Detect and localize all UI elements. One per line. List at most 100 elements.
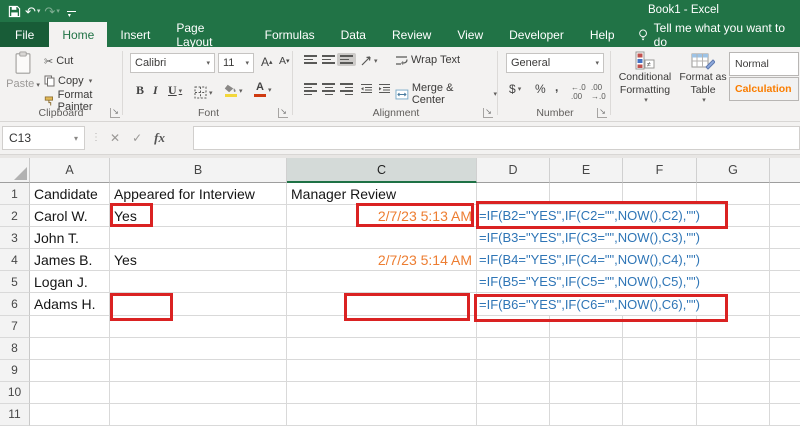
column-header-D[interactable]: D bbox=[477, 158, 550, 183]
cell-F1[interactable] bbox=[623, 183, 697, 206]
underline-button[interactable]: U bbox=[165, 83, 185, 98]
cell-partial-10[interactable] bbox=[770, 382, 800, 404]
cell-D11[interactable] bbox=[477, 403, 550, 426]
insert-function-icon[interactable]: fx bbox=[154, 130, 165, 146]
clipboard-dialog-launcher-icon[interactable]: ↘ bbox=[110, 108, 120, 118]
cell-B10[interactable] bbox=[110, 381, 287, 404]
save-icon[interactable] bbox=[8, 5, 21, 18]
cell-B2[interactable]: Yes bbox=[110, 205, 287, 228]
increase-font-size-icon[interactable]: A ▴ bbox=[258, 55, 276, 69]
row-header-11[interactable]: 11 bbox=[0, 403, 30, 426]
cell-B6[interactable] bbox=[110, 293, 287, 316]
cell-partial-7[interactable] bbox=[770, 316, 800, 338]
column-header-partial[interactable] bbox=[770, 158, 800, 183]
cell-C11[interactable] bbox=[287, 403, 477, 426]
tab-view[interactable]: View bbox=[444, 22, 496, 47]
cell-C9[interactable] bbox=[287, 359, 477, 382]
tab-file[interactable]: File bbox=[0, 22, 50, 47]
cell-C2[interactable]: 2/7/23 5:13 AM bbox=[287, 205, 477, 228]
cell-partial-9[interactable] bbox=[770, 360, 800, 382]
formula-bar-input[interactable] bbox=[193, 126, 800, 150]
percent-style-icon[interactable]: % bbox=[532, 82, 549, 96]
alignment-dialog-launcher-icon[interactable]: ↘ bbox=[483, 108, 493, 118]
tab-page-layout[interactable]: Page Layout bbox=[163, 21, 251, 49]
select-all-corner[interactable] bbox=[0, 158, 30, 183]
cell-E8[interactable] bbox=[550, 337, 623, 360]
font-family-combo[interactable]: Calibri bbox=[130, 53, 215, 73]
cell-A11[interactable] bbox=[30, 403, 110, 426]
cell-B1[interactable]: Appeared for Interview bbox=[110, 183, 287, 206]
tab-review[interactable]: Review bbox=[379, 22, 444, 47]
cell-C4[interactable]: 2/7/23 5:14 AM bbox=[287, 249, 477, 272]
cancel-icon[interactable]: ✕ bbox=[110, 131, 120, 145]
font-color-icon[interactable]: A bbox=[251, 80, 275, 99]
cell-style-normal[interactable]: Normal bbox=[729, 52, 799, 76]
cell-D4[interactable]: =IF(B4="YES",IF(C4="",NOW(),C4),"") bbox=[477, 249, 770, 272]
cell-A8[interactable] bbox=[30, 337, 110, 360]
undo-icon[interactable]: ↶ ▾ bbox=[25, 5, 40, 18]
cell-partial-11[interactable] bbox=[770, 404, 800, 426]
row-header-6[interactable]: 6 bbox=[0, 293, 30, 316]
decrease-indent-icon[interactable] bbox=[357, 81, 376, 96]
cell-D6[interactable]: =IF(B6="YES",IF(C6="",NOW(),C6),"") bbox=[477, 293, 770, 316]
row-header-9[interactable]: 9 bbox=[0, 359, 30, 382]
italic-button[interactable]: I bbox=[150, 83, 161, 98]
align-right-icon[interactable] bbox=[337, 81, 356, 97]
cell-G7[interactable] bbox=[697, 315, 770, 338]
comma-style-icon[interactable]: , bbox=[552, 80, 561, 94]
column-header-B[interactable]: B bbox=[110, 158, 287, 183]
accounting-format-icon[interactable]: $ bbox=[506, 82, 524, 96]
top-align-icon[interactable] bbox=[301, 53, 320, 66]
cell-D7[interactable] bbox=[477, 315, 550, 338]
row-header-8[interactable]: 8 bbox=[0, 337, 30, 360]
cell-G9[interactable] bbox=[697, 359, 770, 382]
cell-G8[interactable] bbox=[697, 337, 770, 360]
cell-D9[interactable] bbox=[477, 359, 550, 382]
cell-partial-3[interactable] bbox=[770, 227, 800, 250]
column-header-C[interactable]: C bbox=[287, 158, 477, 183]
bold-button[interactable]: B bbox=[133, 83, 147, 98]
tab-help[interactable]: Help bbox=[577, 22, 628, 47]
cell-E10[interactable] bbox=[550, 381, 623, 404]
cell-F7[interactable] bbox=[623, 315, 697, 338]
copy-button[interactable]: Copy bbox=[44, 73, 122, 89]
cell-partial-6[interactable] bbox=[770, 293, 800, 316]
cell-B11[interactable] bbox=[110, 403, 287, 426]
column-header-E[interactable]: E bbox=[550, 158, 623, 183]
cell-E9[interactable] bbox=[550, 359, 623, 382]
cell-G1[interactable] bbox=[697, 183, 770, 206]
decrease-decimal-icon[interactable]: .00 →.0 bbox=[588, 83, 609, 101]
cell-A5[interactable]: Logan J. bbox=[30, 271, 110, 294]
cell-partial-8[interactable] bbox=[770, 338, 800, 360]
number-format-combo[interactable]: General bbox=[506, 53, 604, 73]
tell-me-search[interactable]: Tell me what you want to do bbox=[628, 21, 800, 49]
column-header-A[interactable]: A bbox=[30, 158, 110, 183]
cell-C3[interactable] bbox=[287, 227, 477, 250]
merge-center-button[interactable]: Merge & Center bbox=[395, 82, 497, 106]
enter-icon[interactable]: ✓ bbox=[132, 131, 142, 145]
increase-decimal-icon[interactable]: ←.0.00 bbox=[568, 83, 589, 101]
cell-E7[interactable] bbox=[550, 315, 623, 338]
cell-A9[interactable] bbox=[30, 359, 110, 382]
cell-style-calculation[interactable]: Calculation bbox=[729, 77, 799, 101]
tab-data[interactable]: Data bbox=[328, 22, 379, 47]
cell-C8[interactable] bbox=[287, 337, 477, 360]
customize-quick-access-toolbar-icon[interactable] bbox=[66, 10, 76, 19]
increase-indent-icon[interactable] bbox=[375, 81, 394, 96]
cell-F8[interactable] bbox=[623, 337, 697, 360]
tab-developer[interactable]: Developer bbox=[496, 22, 577, 47]
row-header-5[interactable]: 5 bbox=[0, 271, 30, 294]
cell-C5[interactable] bbox=[287, 271, 477, 294]
fill-color-icon[interactable] bbox=[221, 82, 246, 99]
name-box[interactable]: C13 bbox=[2, 126, 85, 150]
cell-F9[interactable] bbox=[623, 359, 697, 382]
cell-A1[interactable]: Candidate bbox=[30, 183, 110, 206]
cell-A2[interactable]: Carol W. bbox=[30, 205, 110, 228]
cell-partial-5[interactable] bbox=[770, 271, 800, 294]
row-header-7[interactable]: 7 bbox=[0, 315, 30, 338]
align-center-icon[interactable] bbox=[319, 81, 338, 97]
middle-align-icon[interactable] bbox=[319, 53, 338, 66]
column-header-G[interactable]: G bbox=[697, 158, 770, 183]
column-header-F[interactable]: F bbox=[623, 158, 697, 183]
cell-partial-1[interactable] bbox=[770, 183, 800, 206]
